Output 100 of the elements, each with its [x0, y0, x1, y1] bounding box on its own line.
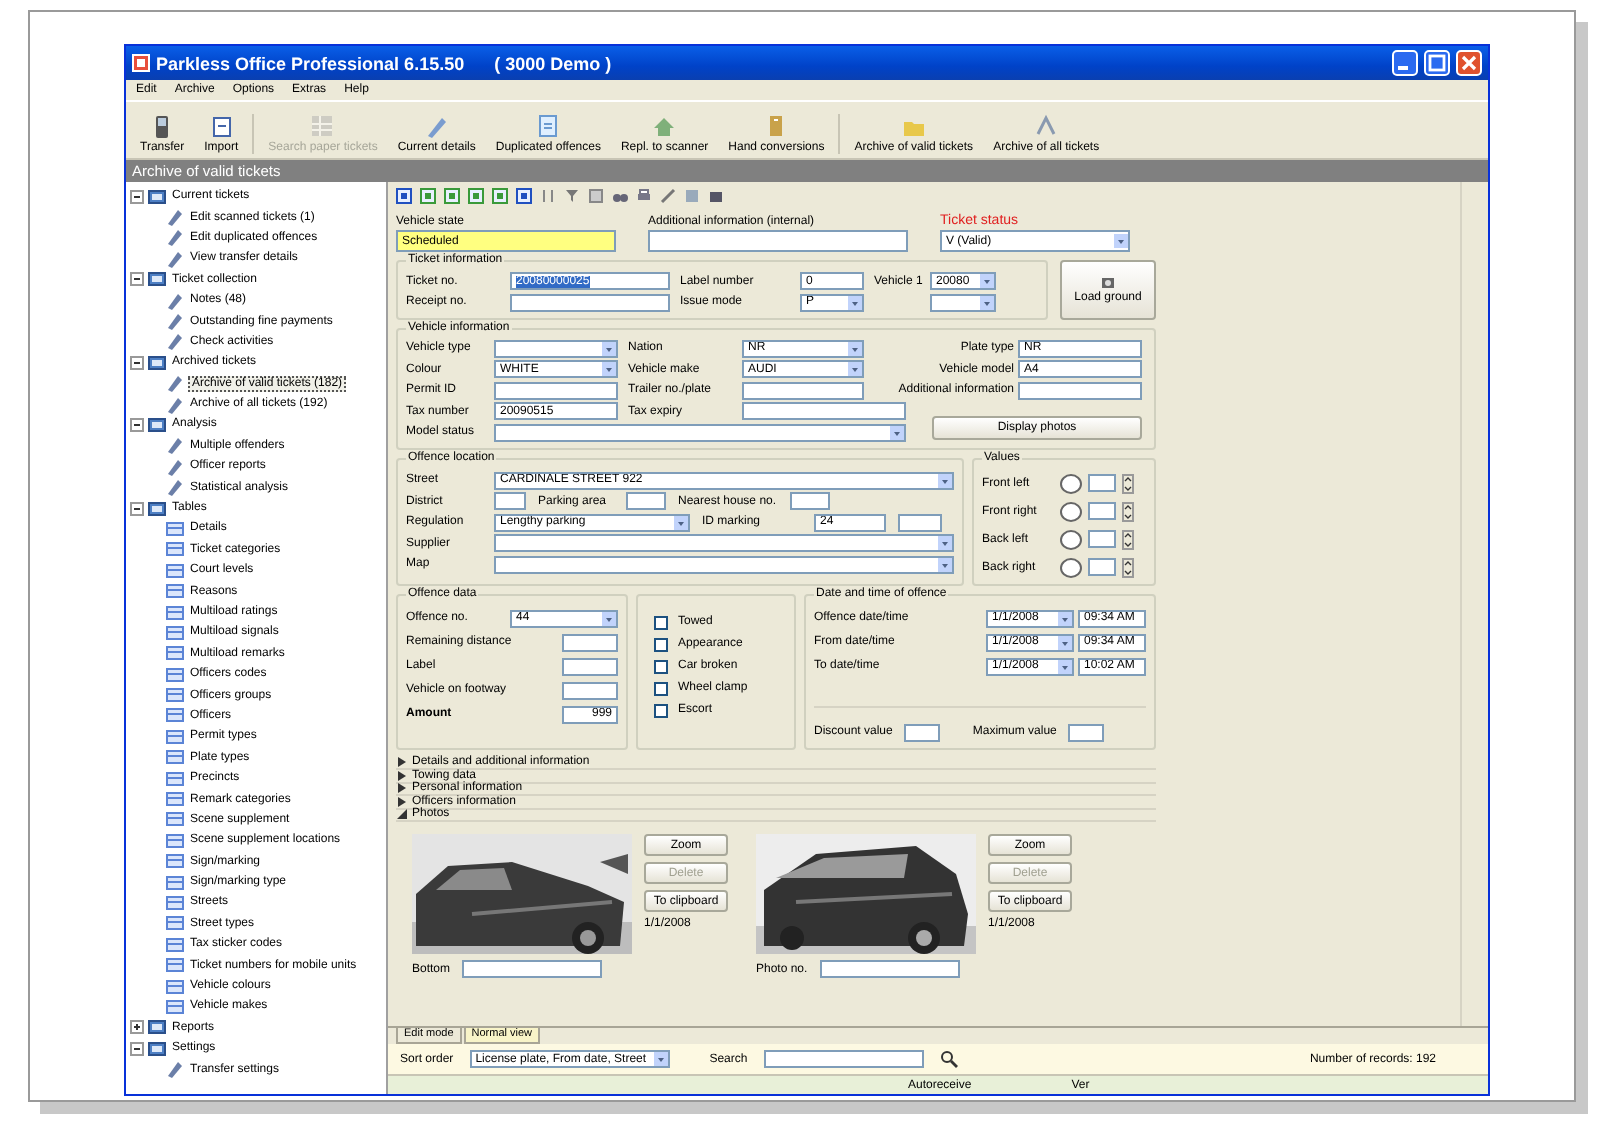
toggle-icon[interactable]	[130, 272, 144, 287]
camera-icon	[1100, 274, 1116, 291]
search-field[interactable]	[763, 1050, 924, 1068]
search-icon[interactable]	[939, 1050, 958, 1068]
table-icon	[166, 956, 184, 975]
square-icon[interactable]	[708, 188, 724, 204]
caret-icon[interactable]	[938, 557, 952, 571]
expander-icon[interactable]	[396, 782, 408, 795]
caret-icon[interactable]	[980, 295, 994, 309]
text-field[interactable]	[898, 513, 942, 531]
text-field[interactable]	[742, 402, 906, 420]
pen-icon[interactable]	[660, 188, 676, 204]
expander-icon[interactable]	[396, 795, 408, 808]
minimize-icon[interactable]	[1392, 50, 1418, 76]
caret-icon[interactable]	[848, 341, 862, 355]
spinner-icon[interactable]	[1122, 501, 1134, 521]
table-icon	[166, 686, 184, 705]
filter-icon[interactable]	[564, 188, 580, 204]
caret-icon[interactable]	[602, 341, 616, 355]
caret-icon[interactable]	[674, 515, 688, 529]
caret-icon[interactable]	[653, 1052, 668, 1066]
caret-icon[interactable]	[1058, 659, 1072, 673]
text-field[interactable]	[648, 230, 908, 252]
toggle-icon[interactable]	[130, 1041, 144, 1056]
square-icon[interactable]	[492, 188, 508, 204]
square-icon[interactable]	[396, 188, 412, 204]
text-field[interactable]	[1088, 502, 1116, 520]
toggle-icon[interactable]	[130, 417, 144, 432]
toggle-icon[interactable]	[130, 189, 144, 204]
table-icon	[166, 706, 184, 725]
page-icon	[536, 114, 561, 140]
expander-icon[interactable]	[396, 769, 408, 782]
dropdown[interactable]	[494, 555, 954, 573]
expander-icon[interactable]	[396, 808, 408, 821]
text-field[interactable]	[562, 681, 618, 699]
caret-icon[interactable]	[602, 611, 616, 625]
text-field[interactable]	[494, 381, 618, 399]
dropdown[interactable]	[494, 534, 954, 552]
text-field[interactable]	[562, 657, 618, 675]
pen-icon	[166, 1060, 184, 1079]
checkbox[interactable]	[654, 637, 668, 651]
text-field[interactable]	[626, 492, 666, 510]
dropdown[interactable]	[494, 423, 906, 441]
checkbox[interactable]	[654, 615, 668, 629]
text-field[interactable]	[1068, 723, 1105, 741]
caret-icon[interactable]	[1114, 234, 1128, 248]
printer-icon[interactable]	[636, 188, 652, 204]
table-icon	[166, 935, 184, 954]
square-icon[interactable]	[444, 188, 460, 204]
table-icon	[166, 748, 184, 767]
text-field[interactable]	[742, 381, 864, 399]
binoculars-icon[interactable]	[612, 188, 628, 204]
text-field[interactable]	[1018, 381, 1142, 399]
text-field[interactable]	[510, 293, 670, 311]
caret-icon[interactable]	[980, 274, 994, 288]
caret-icon[interactable]	[602, 362, 616, 376]
table-icon	[166, 540, 184, 559]
dropdown[interactable]	[494, 339, 618, 357]
text-field[interactable]	[904, 723, 941, 741]
toggle-icon[interactable]	[130, 501, 144, 516]
text-field[interactable]	[494, 492, 526, 510]
toggle-icon[interactable]	[130, 355, 144, 370]
toggle-icon[interactable]	[130, 1020, 144, 1035]
spinner-icon[interactable]	[1122, 529, 1134, 549]
spinner-icon[interactable]	[1122, 473, 1134, 493]
caret-icon[interactable]	[848, 295, 862, 309]
table-icon	[166, 769, 184, 788]
table-icon	[166, 727, 184, 746]
expander-icon[interactable]	[396, 756, 408, 769]
window-title: Parkless Office Professional 6.15.50	[156, 53, 465, 73]
square-icon[interactable]	[516, 188, 532, 204]
text-field[interactable]	[1088, 558, 1116, 576]
text-field[interactable]	[562, 633, 618, 651]
caret-icon[interactable]	[848, 362, 862, 376]
square-icon[interactable]	[420, 188, 436, 204]
text-field[interactable]	[462, 960, 603, 978]
text-field[interactable]	[1088, 530, 1116, 548]
caret-icon[interactable]	[890, 425, 904, 439]
maximize-icon[interactable]	[1424, 50, 1450, 76]
table-icon	[166, 603, 184, 621]
spinner-icon[interactable]	[1122, 557, 1134, 577]
square-icon[interactable]	[588, 188, 604, 204]
square-icon[interactable]	[468, 188, 484, 204]
caret-icon[interactable]	[938, 473, 952, 487]
caret-icon[interactable]	[1058, 635, 1072, 649]
dropdown[interactable]	[930, 293, 996, 311]
document-icon	[209, 114, 234, 140]
table-icon	[166, 623, 184, 642]
table-icon	[166, 790, 184, 809]
checkbox[interactable]	[654, 703, 668, 717]
checkbox[interactable]	[654, 681, 668, 695]
close-icon[interactable]	[1456, 50, 1482, 76]
checkbox[interactable]	[654, 659, 668, 673]
table-icon	[166, 852, 184, 871]
text-field[interactable]	[790, 492, 830, 510]
caret-icon[interactable]	[938, 536, 952, 550]
text-field[interactable]	[819, 960, 960, 978]
caret-icon[interactable]	[1058, 611, 1072, 625]
text-field[interactable]	[1088, 474, 1116, 492]
table-icon	[166, 873, 184, 892]
